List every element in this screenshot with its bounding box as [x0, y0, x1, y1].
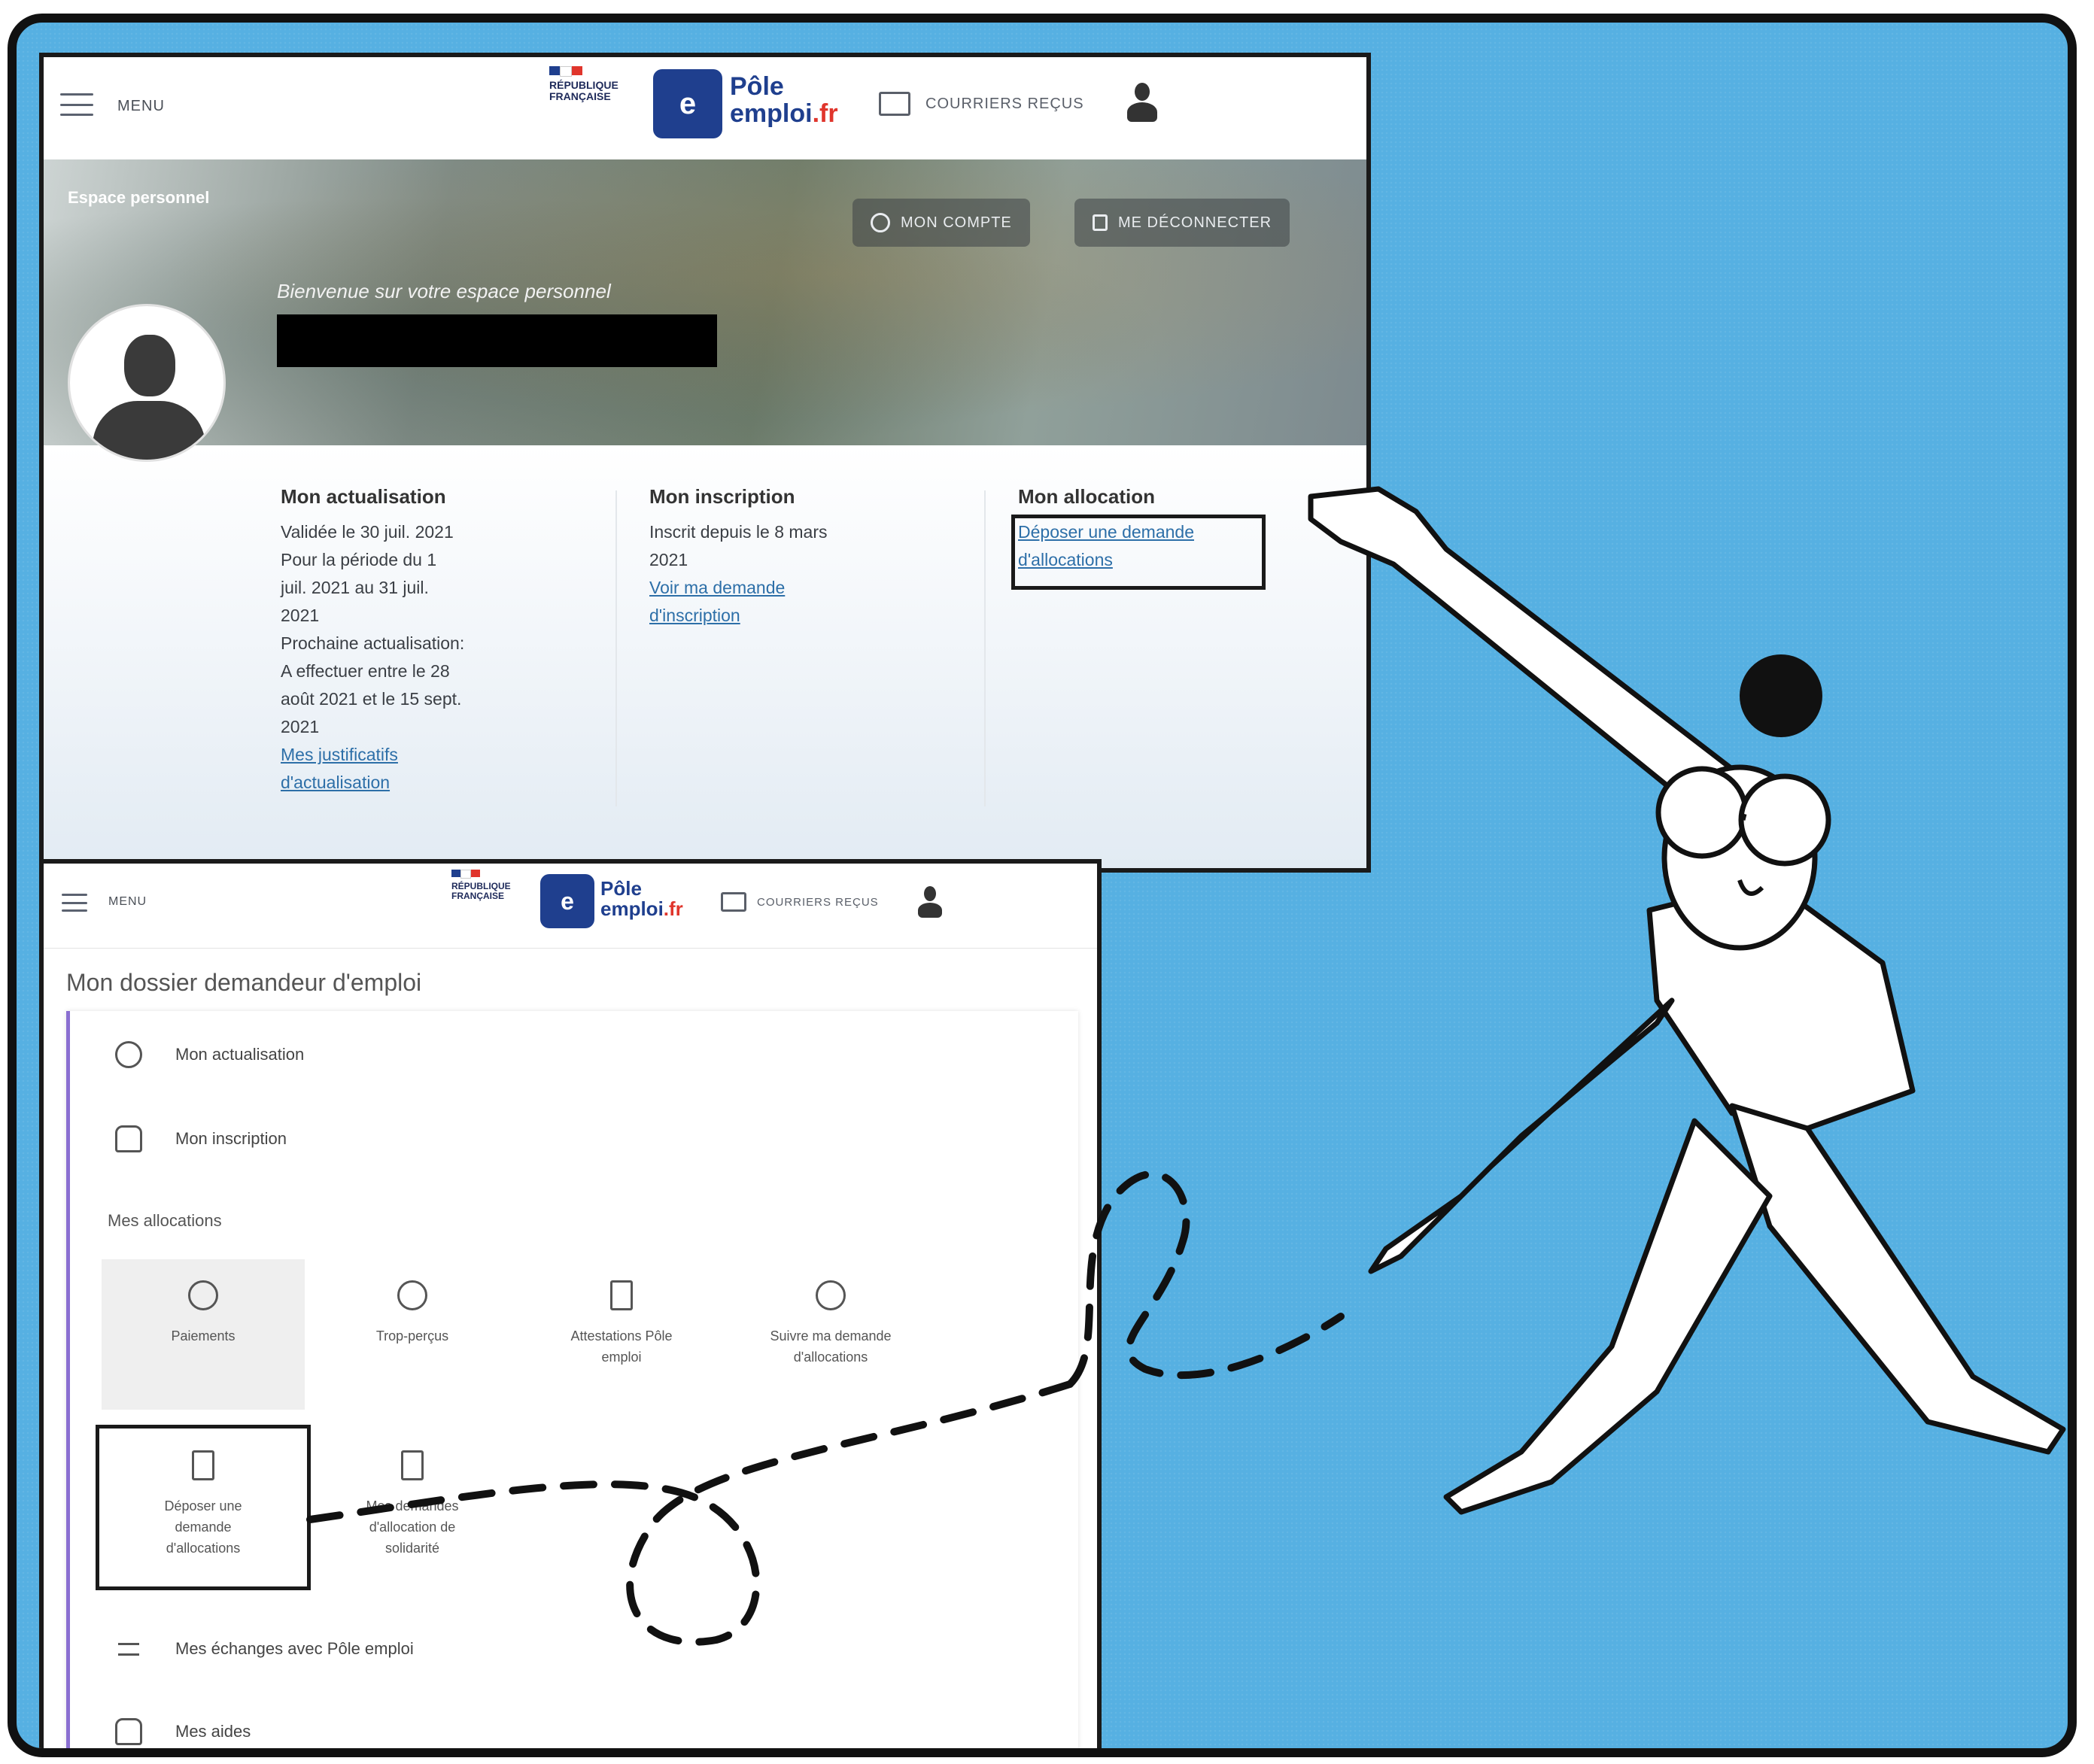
tile-label: emploi: [601, 1350, 642, 1365]
tile-label: d'allocations: [793, 1350, 868, 1365]
courriers-recus-link[interactable]: COURRIERS REÇUS: [721, 892, 879, 912]
actualisation-title: Mon actualisation: [281, 485, 446, 508]
rf-line-2: FRANÇAISE: [549, 90, 611, 103]
pointer-hand-icon: [115, 1125, 142, 1152]
menu-item-label: Mon actualisation: [175, 1045, 305, 1064]
mail-icon: [879, 92, 910, 116]
menu-item-echanges[interactable]: Mes échanges avec Pôle emploi: [115, 1635, 414, 1662]
pole-emploi-logo-icon[interactable]: e: [653, 69, 722, 138]
tile-label: Mes demandes: [366, 1498, 459, 1514]
actualisation-line: A effectuer entre le 28: [281, 661, 450, 681]
column-divider: [615, 490, 617, 806]
dossier-panel: Mon actualisation Mon inscription Mes al…: [66, 1011, 1078, 1748]
menu-item-label: Mes échanges avec Pôle emploi: [175, 1639, 414, 1658]
euro-icon: [188, 1280, 218, 1310]
voir-demande-inscription-link[interactable]: Voir ma demande: [649, 574, 875, 602]
mon-compte-label: MON COMPTE: [901, 214, 1012, 231]
personal-space-screenshot: MENU RÉPUBLIQUE FRANÇAISE e Pôle emploi.…: [39, 53, 1371, 873]
actualisation-line: Validée le 30 juil. 2021: [281, 522, 454, 542]
rf-line-1: RÉPUBLIQUE: [549, 79, 618, 91]
user-avatar: [68, 304, 226, 462]
actualisation-line: 2021: [281, 717, 320, 736]
tile-label: Trop-perçus: [375, 1328, 449, 1343]
menu-label[interactable]: MENU: [117, 98, 165, 115]
actualisation-line: 2021: [281, 606, 320, 625]
tile-suivre-demande[interactable]: Suivre ma demande d'allocations: [729, 1259, 932, 1410]
user-account-icon[interactable]: [916, 886, 944, 919]
inscription-line: Inscrit depuis le 8 mars: [649, 522, 828, 542]
column-divider: [984, 490, 986, 806]
tile-label: Paiements: [171, 1328, 236, 1343]
character: [1308, 486, 2066, 1515]
actualisation-line: août 2021 et le 15 sept.: [281, 689, 462, 709]
refresh-icon: [115, 1041, 142, 1068]
courriers-recus-label: COURRIERS REÇUS: [925, 95, 1084, 112]
tile-label: solidarité: [384, 1541, 440, 1556]
welcome-message: Bienvenue sur votre espace personnel: [277, 280, 611, 302]
redacted-user-name: [277, 314, 717, 367]
lock-icon: [1093, 214, 1108, 231]
summary-columns: Mon actualisation Validée le 30 juil. 20…: [44, 445, 1366, 868]
actualisation-line: Pour la période du 1: [281, 550, 437, 569]
courriers-recus-label: COURRIERS REÇUS: [757, 895, 879, 909]
hair-bun: [1740, 654, 1822, 737]
highlight-box-allocation-link: [1011, 515, 1266, 590]
tile-allocation-solidarite[interactable]: Mes demandes d'allocation de solidarité: [311, 1429, 514, 1587]
menu-item-label: Mon inscription: [175, 1129, 287, 1148]
col-inscription: Mon inscription Inscrit depuis le 8 mars…: [649, 483, 875, 630]
gear-icon: [871, 213, 890, 232]
welcome-banner: Espace personnel MON COMPTE ME DÉCONNECT…: [44, 159, 1366, 445]
swap-arrows-icon: [115, 1635, 142, 1662]
tile-trop-percus[interactable]: Trop-perçus: [311, 1259, 514, 1410]
menu-item-inscription[interactable]: Mon inscription: [115, 1125, 287, 1152]
illustration-frame: MENU RÉPUBLIQUE FRANÇAISE e Pôle emploi.…: [8, 14, 2077, 1757]
documents-icon: [401, 1450, 424, 1480]
dashed-loop-right: [1066, 1170, 1345, 1388]
mail-icon: [721, 892, 746, 912]
refund-icon: [397, 1280, 427, 1310]
actualisation-line: juil. 2021 au 31 juil.: [281, 578, 429, 597]
top-header: MENU RÉPUBLIQUE FRANÇAISE e Pôle emploi.…: [44, 57, 1366, 160]
logout-label: ME DÉCONNECTER: [1118, 214, 1272, 231]
section-label-allocations: Mes allocations: [108, 1211, 222, 1230]
chat-bubble-icon: [816, 1280, 846, 1310]
hamburger-menu-icon[interactable]: [60, 93, 93, 116]
tile-label: d'allocation de: [369, 1520, 456, 1535]
rf-line-2: FRANÇAISE: [451, 891, 505, 902]
allocation-title: Mon allocation: [1018, 485, 1155, 508]
user-account-icon[interactable]: [1126, 83, 1159, 123]
breadcrumb[interactable]: Espace personnel: [68, 188, 209, 208]
hamburger-menu-icon[interactable]: [62, 894, 87, 912]
voir-demande-inscription-link-line2[interactable]: d'inscription: [649, 602, 875, 630]
menu-item-aides[interactable]: Mes aides: [115, 1718, 251, 1745]
col-actualisation: Mon actualisation Validée le 30 juil. 20…: [281, 483, 506, 797]
top-header-2: MENU RÉPUBLIQUE FRANÇAISE e Pôle emploi.…: [44, 864, 1097, 949]
republique-francaise-logo: RÉPUBLIQUE FRANÇAISE: [549, 66, 618, 103]
pole-emploi-logo-text[interactable]: Pôle emploi.fr: [600, 878, 683, 920]
tile-label: Attestations Pôle: [570, 1328, 673, 1343]
justificatifs-link-line2[interactable]: d'actualisation: [281, 769, 506, 797]
menu-item-actualisation[interactable]: Mon actualisation: [115, 1041, 304, 1068]
tile-attestations[interactable]: Attestations Pôle emploi: [520, 1259, 723, 1410]
mon-compte-button[interactable]: MON COMPTE: [852, 199, 1030, 247]
courriers-recus-link[interactable]: COURRIERS REÇUS: [879, 92, 1084, 116]
justificatifs-link[interactable]: Mes justificatifs: [281, 741, 506, 769]
republique-francaise-logo: RÉPUBLIQUE FRANÇAISE: [451, 870, 511, 901]
dossier-screenshot: MENU RÉPUBLIQUE FRANÇAISE e Pôle emploi.…: [39, 859, 1102, 1748]
actualisation-line: Prochaine actualisation:: [281, 633, 465, 653]
inscription-title: Mon inscription: [649, 485, 795, 508]
hand-coin-icon: [115, 1718, 142, 1745]
menu-item-label: Mes aides: [175, 1722, 251, 1741]
highlight-box-deposer: [96, 1425, 311, 1590]
pole-emploi-logo-icon[interactable]: e: [540, 874, 594, 928]
documents-icon: [610, 1280, 633, 1310]
page-title: Mon dossier demandeur d'emploi: [66, 969, 422, 996]
inscription-line: 2021: [649, 550, 688, 569]
tile-paiements[interactable]: Paiements: [102, 1259, 305, 1410]
logout-button[interactable]: ME DÉCONNECTER: [1074, 199, 1290, 247]
pole-emploi-logo-text[interactable]: Pôle emploi.fr: [730, 73, 838, 127]
tile-label: Suivre ma demande: [770, 1328, 892, 1343]
menu-label[interactable]: MENU: [108, 895, 147, 909]
